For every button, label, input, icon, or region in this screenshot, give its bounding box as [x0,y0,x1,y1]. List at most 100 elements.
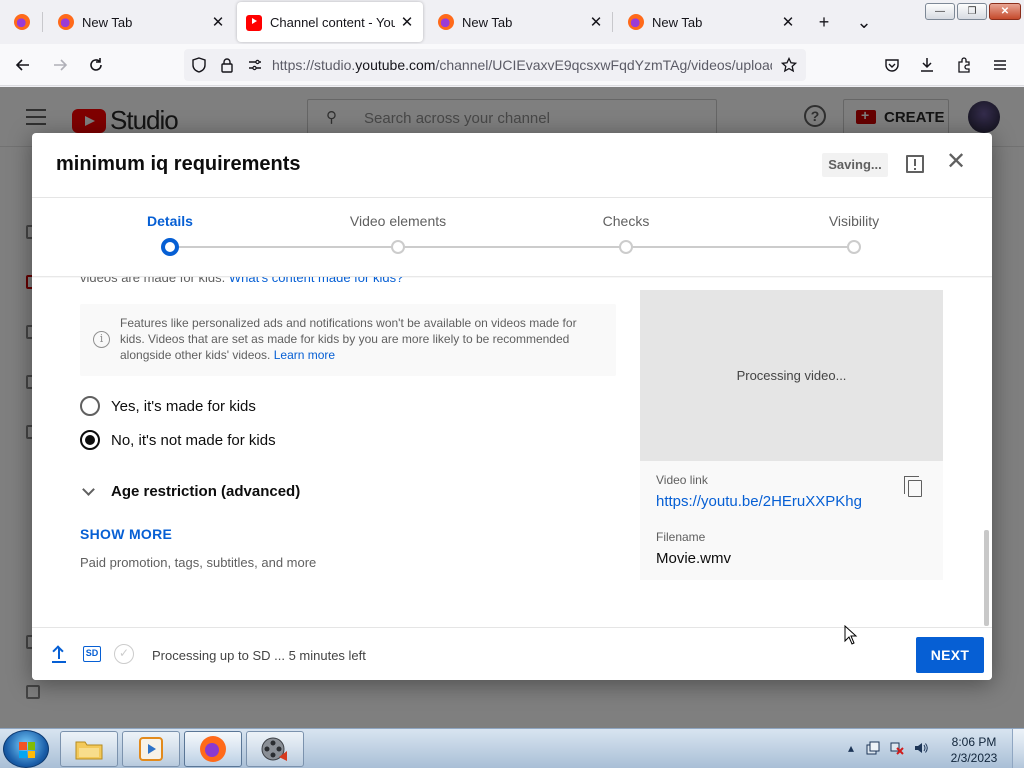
url-text[interactable]: https://studio.youtube.com/channel/UCIEv… [272,57,772,73]
dialog-close-icon[interactable]: ✕ [944,150,968,175]
info-icon: i [93,331,110,348]
kids-content-link[interactable]: What's content made for kids? [229,277,403,285]
sd-quality-icon[interactable]: SD [83,646,101,662]
extensions-icon[interactable] [951,52,977,78]
video-info-card: Processing video... Video link https://y… [640,290,943,580]
tab-close-icon[interactable]: ✕ [776,13,800,31]
tab-close-icon[interactable]: ✕ [206,13,230,31]
firefox-icon [58,14,74,30]
step-video-elements-dot[interactable] [391,240,405,254]
firefox-icon [14,14,30,30]
bookmark-star-icon[interactable] [776,52,802,78]
checks-status-icon[interactable]: ✓ [114,644,134,664]
kids-info-box: i Features like personalized ads and not… [80,304,616,376]
show-hidden-icons-icon[interactable]: ▴ [844,741,858,755]
step-checks[interactable]: Checks [546,213,706,229]
action-center-icon[interactable] [866,741,880,755]
clock-time: 8:06 PM [951,735,997,749]
back-arrow-icon[interactable] [10,52,36,78]
film-reel-icon [261,737,287,761]
taskbar-media-player[interactable] [122,731,180,767]
tracking-shield-icon[interactable] [186,52,212,78]
step-video-elements[interactable]: Video elements [318,213,478,229]
radio-label: Yes, it's made for kids [111,397,256,415]
tab-title: Channel content - YouTube Studio [270,14,395,30]
browser-tab-bar: New Tab ✕ Channel content - YouTube Stud… [0,0,1024,44]
processing-status: Processing up to SD ... 5 minutes left [152,648,366,663]
downloads-icon[interactable] [914,52,940,78]
age-restriction-toggle[interactable]: Age restriction (advanced) [82,482,301,500]
step-details-dot[interactable] [161,238,179,256]
video-link[interactable]: https://youtu.be/2HEruXXPKhg [656,493,862,510]
details-content: videos are made for kids. What's content… [32,277,992,627]
tab-new-tab-1[interactable]: New Tab ✕ [44,2,234,42]
taskbar-file-explorer[interactable] [60,731,118,767]
audience-description: videos are made for kids. What's content… [80,277,403,285]
system-clock[interactable]: 8:06 PM 2/3/2023 [944,734,1004,766]
upload-details-dialog: minimum iq requirements Saving... ✕ Deta… [32,133,992,680]
media-player-icon [139,737,163,761]
list-all-tabs-button[interactable]: ⌄ [850,10,878,34]
show-desktop-button[interactable] [1012,729,1024,768]
volume-icon[interactable] [914,741,928,755]
radio-label: No, it's not made for kids [111,431,276,449]
next-button[interactable]: NEXT [916,637,984,673]
network-disconnected-icon[interactable] [890,741,904,755]
forward-arrow-icon[interactable] [47,52,73,78]
radio-button[interactable] [80,430,100,450]
pocket-icon[interactable] [879,52,905,78]
content-scrollbar[interactable] [984,530,989,626]
taskbar-firefox[interactable] [184,731,242,767]
permissions-icon[interactable] [242,52,268,78]
browser-navigation-bar: https://studio.youtube.com/channel/UCIEv… [0,44,1024,86]
new-tab-button[interactable]: + [810,10,838,34]
step-checks-dot[interactable] [619,240,633,254]
tab-title: New Tab [82,14,133,30]
report-issue-icon[interactable] [906,155,924,173]
tab-title: New Tab [652,14,703,30]
tab-channel-content[interactable]: Channel content - YouTube Studio ✕ [237,2,423,42]
show-more-button[interactable]: SHOW MORE [80,526,172,542]
step-visibility-dot[interactable] [847,240,861,254]
tab-close-icon[interactable]: ✕ [395,13,419,31]
age-restriction-label: Age restriction (advanced) [111,483,301,500]
divider [32,197,992,198]
tab-close-icon[interactable]: ✕ [584,13,608,31]
filename-value: Movie.wmv [656,550,732,567]
url-bar[interactable]: https://studio.youtube.com/channel/UCIEv… [184,49,806,81]
start-button[interactable] [3,730,49,768]
video-preview: Processing video... [640,290,943,461]
window-close-button[interactable]: ✕ [989,3,1021,20]
step-details[interactable]: Details [90,213,250,229]
saving-badge: Saving... [822,153,888,177]
firefox-icon [628,14,644,30]
restore-button[interactable]: ❐ [957,3,987,20]
upload-icon[interactable] [52,645,66,663]
taskbar-movie-maker[interactable] [246,731,304,767]
tab-separator [612,12,613,32]
firefox-icon [200,736,226,762]
step-visibility[interactable]: Visibility [774,213,934,229]
menu-hamburger-icon[interactable] [987,52,1013,78]
tab-new-tab-2[interactable]: New Tab ✕ [424,2,612,42]
lock-icon[interactable] [214,52,240,78]
youtube-icon [246,15,262,31]
windows-taskbar: ▴ 8:06 PM 2/3/2023 [0,728,1024,768]
firefox-icon [438,14,454,30]
kids-info-text: Features like personalized ads and notif… [120,316,577,362]
reload-icon[interactable] [83,52,109,78]
windows-logo-icon [19,742,35,758]
radio-made-for-kids[interactable]: Yes, it's made for kids [80,396,256,416]
radio-button[interactable] [80,396,100,416]
firefox-view-button[interactable] [0,2,40,42]
radio-not-made-for-kids[interactable]: No, it's not made for kids [80,430,276,450]
minimize-button[interactable]: — [925,3,955,20]
processing-video-text: Processing video... [736,368,847,383]
learn-more-link[interactable]: Learn more [274,348,335,362]
system-tray: ▴ 8:06 PM 2/3/2023 [840,729,1024,768]
folder-icon [75,741,103,760]
tab-new-tab-3[interactable]: New Tab ✕ [614,2,804,42]
copy-icon[interactable] [904,476,922,497]
tab-title: New Tab [462,14,513,30]
stepper-track [170,246,854,248]
